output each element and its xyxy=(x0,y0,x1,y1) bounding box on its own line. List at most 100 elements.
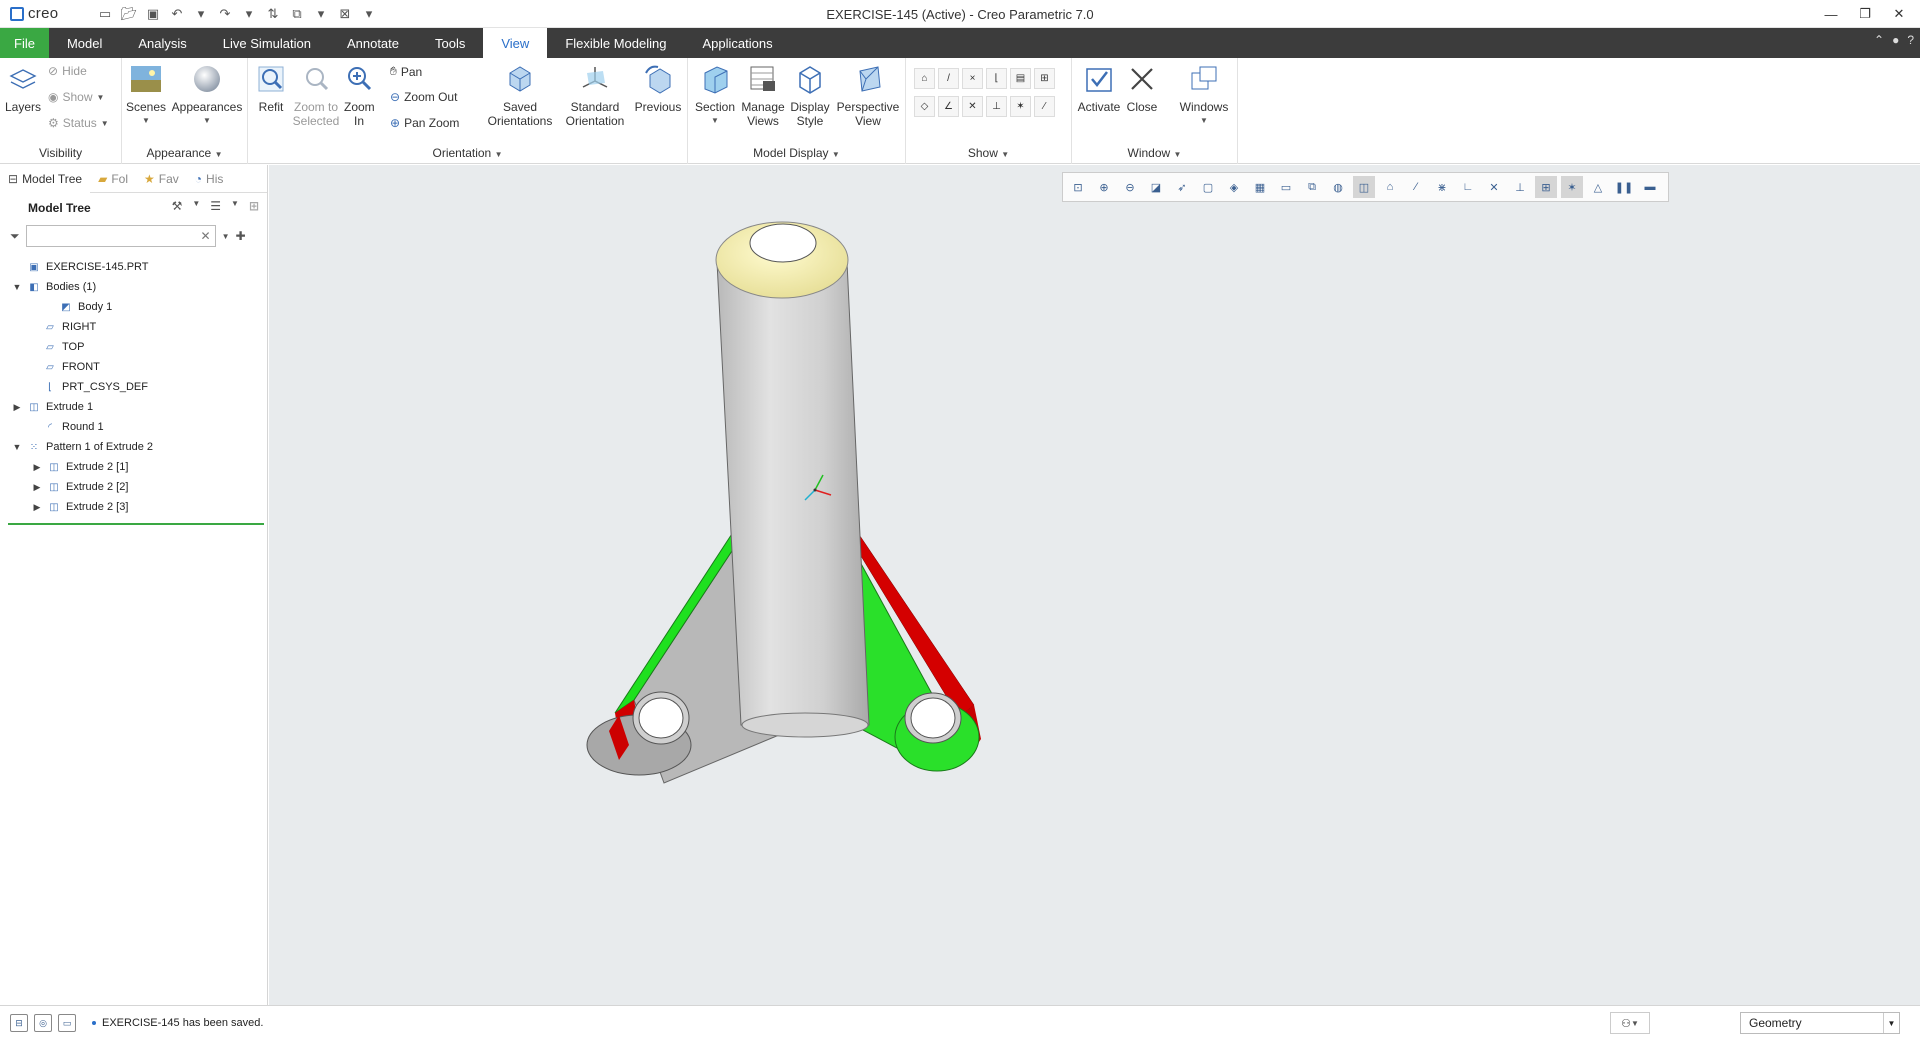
axis-display-icon[interactable]: / xyxy=(938,68,959,89)
point-display-icon[interactable]: × xyxy=(962,68,983,89)
tree-show-icon[interactable]: ☰ xyxy=(210,199,221,213)
manage-views-button[interactable]: Manage Views xyxy=(740,62,786,128)
tree-search-input[interactable]: ✕ xyxy=(25,225,216,247)
tree-node[interactable]: ◜ Round 1 xyxy=(0,417,267,437)
pan-button[interactable]: ✋︎ Pan xyxy=(390,64,422,79)
tree-node[interactable]: ▣ EXERCISE-145.PRT xyxy=(0,257,267,277)
group-label-orientation[interactable]: Orientation ▼ xyxy=(248,146,687,160)
close-window-icon[interactable]: ⊠ xyxy=(334,3,356,25)
redo-icon[interactable]: ↷ xyxy=(214,3,236,25)
plane-tags-icon[interactable]: ◇ xyxy=(914,96,935,117)
browser-toggle-icon[interactable]: ◎ xyxy=(34,1014,52,1032)
customize-qat-icon[interactable]: ▾ xyxy=(358,3,380,25)
csys-display-icon[interactable]: ⌊ xyxy=(986,68,1007,89)
tab-live-simulation[interactable]: Live Simulation xyxy=(205,28,329,58)
restore-icon[interactable]: ❐ xyxy=(1850,4,1880,24)
tree-show-dropdown-icon[interactable]: ▼ xyxy=(231,199,239,213)
collapse-ribbon-icon[interactable]: ⌃ xyxy=(1874,33,1884,47)
tree-node[interactable]: ▶ ◫ Extrude 1 xyxy=(0,397,267,417)
tree-settings-dropdown-icon[interactable]: ▼ xyxy=(192,199,200,213)
tab-model[interactable]: Model xyxy=(49,28,120,58)
open-file-icon[interactable]: 📂︎ xyxy=(118,3,140,25)
collapse-arrow-icon[interactable]: ▼ xyxy=(10,282,24,292)
find-button[interactable]: ⚇ ▼ xyxy=(1610,1012,1650,1034)
tree-node[interactable]: ▶ ◫ Extrude 2 [3] xyxy=(0,497,267,517)
zoom-in-button[interactable]: Zoom In xyxy=(344,62,375,128)
group-label-appearance[interactable]: Appearance ▼ xyxy=(122,146,247,160)
tab-favorites[interactable]: ★ Fav xyxy=(136,165,187,193)
save-icon[interactable]: ▣ xyxy=(142,3,164,25)
section-button[interactable]: Section ▼ xyxy=(692,62,738,128)
tree-node[interactable]: ▱ TOP xyxy=(0,337,267,357)
undo-dropdown-icon[interactable]: ▾ xyxy=(190,3,212,25)
saved-orientations-button[interactable]: Saved Orientations xyxy=(480,62,560,128)
tree-node[interactable]: ▶ ◫ Extrude 2 [1] xyxy=(0,457,267,477)
collapse-arrow-icon[interactable]: ▼ xyxy=(10,442,24,452)
tree-node[interactable]: ▶ ◫ Extrude 2 [2] xyxy=(0,477,267,497)
status-button[interactable]: ⚙ Status ▼ xyxy=(48,116,109,130)
group-label-model-display[interactable]: Model Display ▼ xyxy=(688,146,905,160)
plane-tag-display-icon[interactable]: ▤ xyxy=(1010,68,1031,89)
redo-dropdown-icon[interactable]: ▾ xyxy=(238,3,260,25)
close-window-button[interactable]: Close xyxy=(1122,62,1162,114)
graphics-window[interactable]: ⊡ ⊕ ⊖ ◪ ➶ ▢ ◈ ▦ ▭ ⧉ ◍ ◫ ⌂ ⁄ ⋇ ∟ ✕ ⊥ ⊞ ✶ … xyxy=(269,165,1920,1005)
windows-icon[interactable]: ⧉ xyxy=(286,3,308,25)
main-cylinder[interactable] xyxy=(716,261,870,738)
undo-icon[interactable]: ↶ xyxy=(166,3,188,25)
refit-button[interactable]: Refit xyxy=(252,62,290,114)
previous-button[interactable]: Previous xyxy=(632,62,684,114)
tab-analysis[interactable]: Analysis xyxy=(120,28,204,58)
tab-file[interactable]: File xyxy=(0,28,49,58)
tab-flexible-modeling[interactable]: Flexible Modeling xyxy=(547,28,684,58)
point-tags-icon[interactable]: ✕ xyxy=(962,96,983,117)
navigator-toggle-icon[interactable]: ⊟ xyxy=(10,1014,28,1032)
tab-tools[interactable]: Tools xyxy=(417,28,483,58)
plane-display-icon[interactable]: ⌂ xyxy=(914,68,935,89)
curve-display-icon[interactable]: ⁄ xyxy=(1034,96,1055,117)
group-label-show[interactable]: Show ▼ xyxy=(906,146,1071,160)
search-options-dropdown-icon[interactable]: ▼ xyxy=(222,232,230,241)
selection-filter[interactable]: Geometry ▼ xyxy=(1740,1012,1900,1034)
close-icon[interactable]: ✕ xyxy=(1884,4,1914,24)
pan-zoom-button[interactable]: ⊕ Pan Zoom xyxy=(390,116,459,130)
axis-tags-icon[interactable]: ∠ xyxy=(938,96,959,117)
filter-icon[interactable]: ⏷ xyxy=(10,229,20,244)
hide-button[interactable]: ⊘ Hide xyxy=(48,64,87,78)
round-cap[interactable] xyxy=(715,221,849,299)
windows-dropdown-icon[interactable]: ▾ xyxy=(310,3,332,25)
expand-arrow-icon[interactable]: ▶ xyxy=(30,502,44,513)
zoom-to-selected-button[interactable]: Zoom to Selected xyxy=(290,62,342,128)
tree-node[interactable]: ▼ ⁙ Pattern 1 of Extrude 2 xyxy=(0,437,267,457)
appearances-button[interactable]: Appearances ▼ xyxy=(172,62,242,128)
display-style-button[interactable]: Display Style xyxy=(788,62,832,128)
annotation-display-icon[interactable]: ⊞ xyxy=(1034,68,1055,89)
minimize-icon[interactable]: — xyxy=(1816,4,1846,24)
left-lug[interactable] xyxy=(586,691,692,776)
user-icon[interactable]: ● xyxy=(1892,33,1899,47)
tab-model-tree[interactable]: ⊟ Model Tree xyxy=(0,164,91,193)
full-screen-icon[interactable]: ▭ xyxy=(58,1014,76,1032)
tree-node[interactable]: ▱ FRONT xyxy=(0,357,267,377)
tab-history[interactable]: ◔ His xyxy=(187,165,232,193)
show-button[interactable]: ◉ Show ▼ xyxy=(48,90,104,104)
tree-node[interactable]: ◩ Body 1 xyxy=(0,297,267,317)
regenerate-icon[interactable]: ⇅ xyxy=(262,3,284,25)
tree-node[interactable]: ⌊ PRT_CSYS_DEF xyxy=(0,377,267,397)
tree-columns-icon[interactable]: ⊞ xyxy=(249,199,259,213)
tab-annotate[interactable]: Annotate xyxy=(329,28,417,58)
perspective-view-button[interactable]: Perspective View xyxy=(834,62,902,128)
tree-node[interactable]: ▱ RIGHT xyxy=(0,317,267,337)
scenes-button[interactable]: Scenes ▼ xyxy=(126,62,166,128)
group-label-window[interactable]: Window ▼ xyxy=(1072,146,1237,160)
expand-arrow-icon[interactable]: ▶ xyxy=(10,402,24,413)
tab-applications[interactable]: Applications xyxy=(684,28,790,58)
part-model[interactable] xyxy=(269,165,1920,1005)
add-filter-icon[interactable]: ✚ xyxy=(236,229,246,243)
zoom-out-button[interactable]: ⊖ Zoom Out xyxy=(390,90,457,104)
tree-settings-icon[interactable]: ⚒ xyxy=(172,199,183,213)
clear-search-icon[interactable]: ✕ xyxy=(201,229,211,243)
expand-arrow-icon[interactable]: ▶ xyxy=(30,462,44,473)
tree-end-insert-indicator[interactable] xyxy=(8,523,264,525)
expand-arrow-icon[interactable]: ▶ xyxy=(30,482,44,493)
spin-center-icon[interactable]: ✶ xyxy=(1010,96,1031,117)
